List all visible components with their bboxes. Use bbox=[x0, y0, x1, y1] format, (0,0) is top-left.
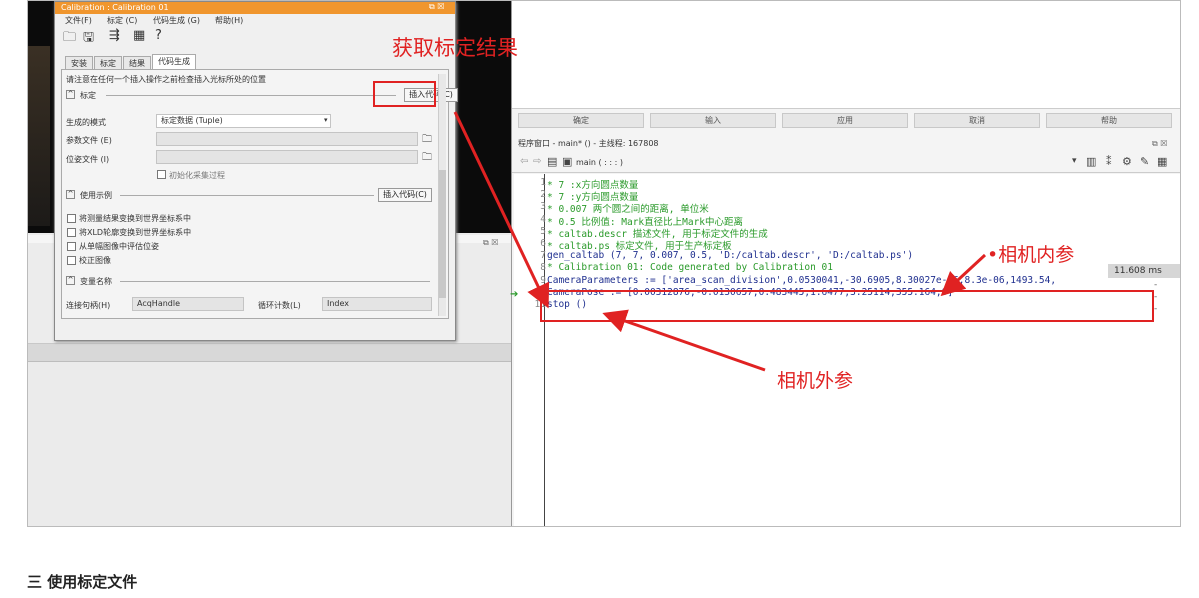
arrow-extrinsics bbox=[602, 309, 766, 372]
arrow-to-camera-params bbox=[453, 111, 550, 309]
annotation-intrinsics: •相机内参 bbox=[987, 244, 1075, 266]
arrow-intrinsics bbox=[940, 253, 987, 297]
section-heading: 三 使用标定文件 bbox=[27, 573, 138, 591]
annotation-arrows bbox=[453, 111, 987, 372]
annotation-extrinsics: 相机外参 bbox=[777, 370, 854, 392]
annotation-get-result: 获取标定结果 bbox=[392, 36, 518, 60]
